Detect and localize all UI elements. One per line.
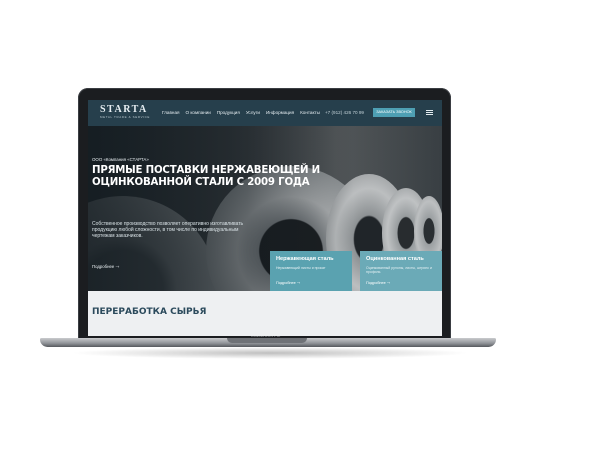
main-nav: Главная О компании Продукция Услуги Инфо… [162,110,320,115]
hamburger-menu-icon[interactable] [426,110,433,115]
nav-item-about[interactable]: О компании [185,110,210,115]
hero-title: ПРЯМЫЕ ПОСТАВКИ НЕРЖАВЕЮЩЕЙ И ОЦИНКОВАНН… [92,165,320,188]
card-more-link[interactable]: Подробнее ⇾ [366,280,390,285]
logo-tagline: METAL TRADE & SERVICE [100,115,150,119]
hero-more-link[interactable]: Подробнее ⇾ [92,264,119,270]
hero-banner: ООО «Компания «СТАРТА» ПРЯМЫЕ ПОСТАВКИ Н… [88,126,442,291]
order-call-button[interactable]: ЗАКАЗАТЬ ЗВОНОК [373,108,415,117]
card-stainless-steel[interactable]: Нержавеющая сталь Нержавеющий листы и пр… [270,251,352,291]
logo-text: STARTA [100,104,148,115]
card-more-link[interactable]: Подробнее ⇾ [276,280,300,285]
nav-item-products[interactable]: Продукция [217,110,240,115]
card-description: Нержавеющий листы и прокат [276,266,326,270]
laptop-shadow [70,347,470,359]
card-galvanized-steel[interactable]: Оцинкованная сталь Оцинкованный рулоны, … [360,251,442,291]
card-title: Нержавеющая сталь [276,256,334,262]
nav-item-home[interactable]: Главная [162,110,179,115]
site-logo[interactable]: STARTA METAL TRADE & SERVICE [100,104,150,120]
card-description: Оцинкованный рулоны, листы, штрипс и про… [366,266,432,275]
section-title: ПЕРЕРАБОТКА СЫРЬЯ [92,307,207,317]
nav-item-services[interactable]: Услуги [246,110,260,115]
hero-description: Собственное производство позволяет опера… [92,221,244,240]
site-header: STARTA METAL TRADE & SERVICE Главная О к… [88,100,442,126]
processing-section: ПЕРЕРАБОТКА СЫРЬЯ [88,291,442,336]
card-title: Оцинкованная сталь [366,256,424,262]
laptop-screen: STARTA METAL TRADE & SERVICE Главная О к… [88,100,442,336]
nav-item-contacts[interactable]: Контакты [300,110,320,115]
hero-company-name: ООО «Компания «СТАРТА» [92,157,149,162]
nav-item-info[interactable]: Информация [266,110,294,115]
phone-link[interactable]: +7 (912) 426 70 99 [325,110,364,115]
